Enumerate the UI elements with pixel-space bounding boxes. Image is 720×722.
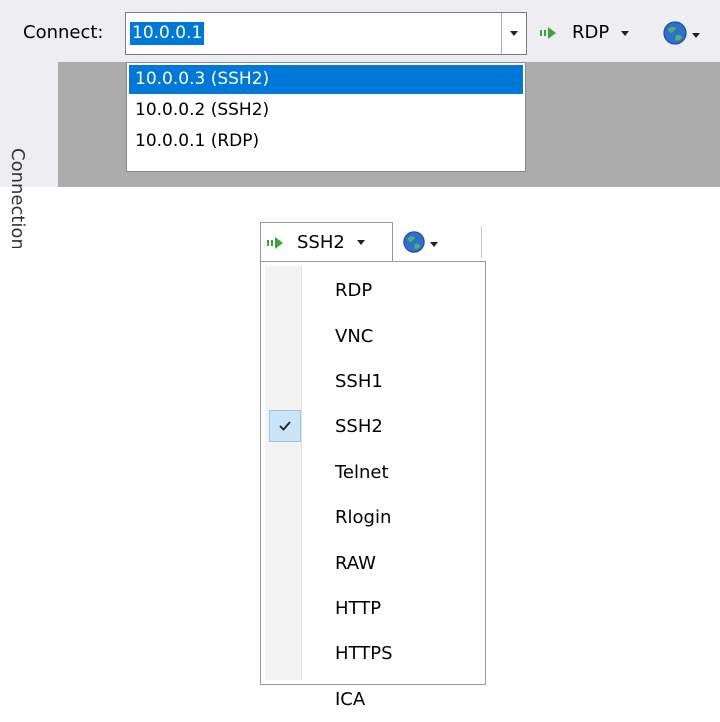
menu-item-rlogin[interactable]: Rlogin (261, 495, 485, 540)
menu-item-https[interactable]: HTTPS (261, 631, 485, 676)
chevron-down-icon[interactable] (356, 240, 365, 245)
list-item[interactable]: 10.0.0.3 (SSH2) (129, 65, 523, 94)
web-button[interactable] (662, 20, 700, 50)
address-history-list[interactable]: 10.0.0.3 (SSH2) 10.0.0.2 (SSH2) 10.0.0.1… (126, 62, 526, 172)
menu-item-label: HTTP (335, 597, 382, 619)
globe-icon (662, 20, 688, 50)
protocol-label: RDP (572, 22, 610, 43)
menu-item-label: HTTPS (335, 643, 393, 665)
menu-item-label: RAW (335, 552, 376, 574)
checkmark-icon (269, 410, 301, 443)
menu-item-label: SSH2 (335, 416, 383, 438)
connect-arrow-icon (267, 236, 293, 250)
toolbar-separator (481, 226, 482, 258)
address-dropdown-button[interactable] (501, 13, 526, 54)
quick-connect-toolbar: Connect: 10.0.0.1 RDP (0, 0, 720, 62)
connections-tab-label: Connections (7, 148, 28, 248)
web-button[interactable] (402, 230, 438, 258)
protocol-toolbar: SSH2 (260, 222, 482, 262)
menu-item-ssh2[interactable]: SSH2 (261, 404, 485, 449)
connect-arrow-icon (540, 26, 566, 40)
menu-item-label: VNC (335, 325, 374, 347)
menu-item-ica[interactable]: ICA (261, 677, 485, 722)
chevron-down-icon (510, 31, 518, 36)
list-item[interactable]: 10.0.0.2 (SSH2) (127, 96, 525, 125)
address-combobox[interactable]: 10.0.0.1 (125, 12, 527, 55)
connections-panel-tab[interactable]: Connections (0, 62, 58, 248)
protocol-button-label: SSH2 (297, 232, 345, 253)
menu-item-label: Rlogin (335, 507, 392, 529)
menu-item-label: RDP (335, 280, 373, 302)
menu-item-label: SSH1 (335, 370, 383, 392)
chevron-down-icon[interactable] (692, 32, 700, 38)
protocol-connect-button[interactable]: RDP (540, 22, 630, 44)
protocol-menu: RDP VNC SSH1 SSH2 Telnet Rlogin RAW HTTP… (260, 261, 486, 710)
menu-item-http[interactable]: HTTP (261, 586, 485, 631)
connect-label: Connect: (23, 22, 104, 43)
menu-item-vnc[interactable]: VNC (261, 313, 485, 358)
menu-item-rdp[interactable]: RDP (261, 268, 485, 313)
chevron-down-icon[interactable] (621, 30, 630, 36)
address-input[interactable]: 10.0.0.1 (130, 22, 205, 45)
list-item[interactable]: 10.0.0.1 (RDP) (127, 127, 525, 156)
protocol-select-button[interactable]: SSH2 (260, 222, 393, 262)
menu-item-ssh1[interactable]: SSH1 (261, 359, 485, 404)
menu-item-telnet[interactable]: Telnet (261, 450, 485, 495)
menu-item-raw[interactable]: RAW (261, 540, 485, 585)
globe-icon (402, 230, 426, 258)
menu-item-label: Telnet (335, 461, 389, 483)
chevron-down-icon[interactable] (430, 241, 438, 247)
menu-item-label: ICA (335, 688, 366, 710)
